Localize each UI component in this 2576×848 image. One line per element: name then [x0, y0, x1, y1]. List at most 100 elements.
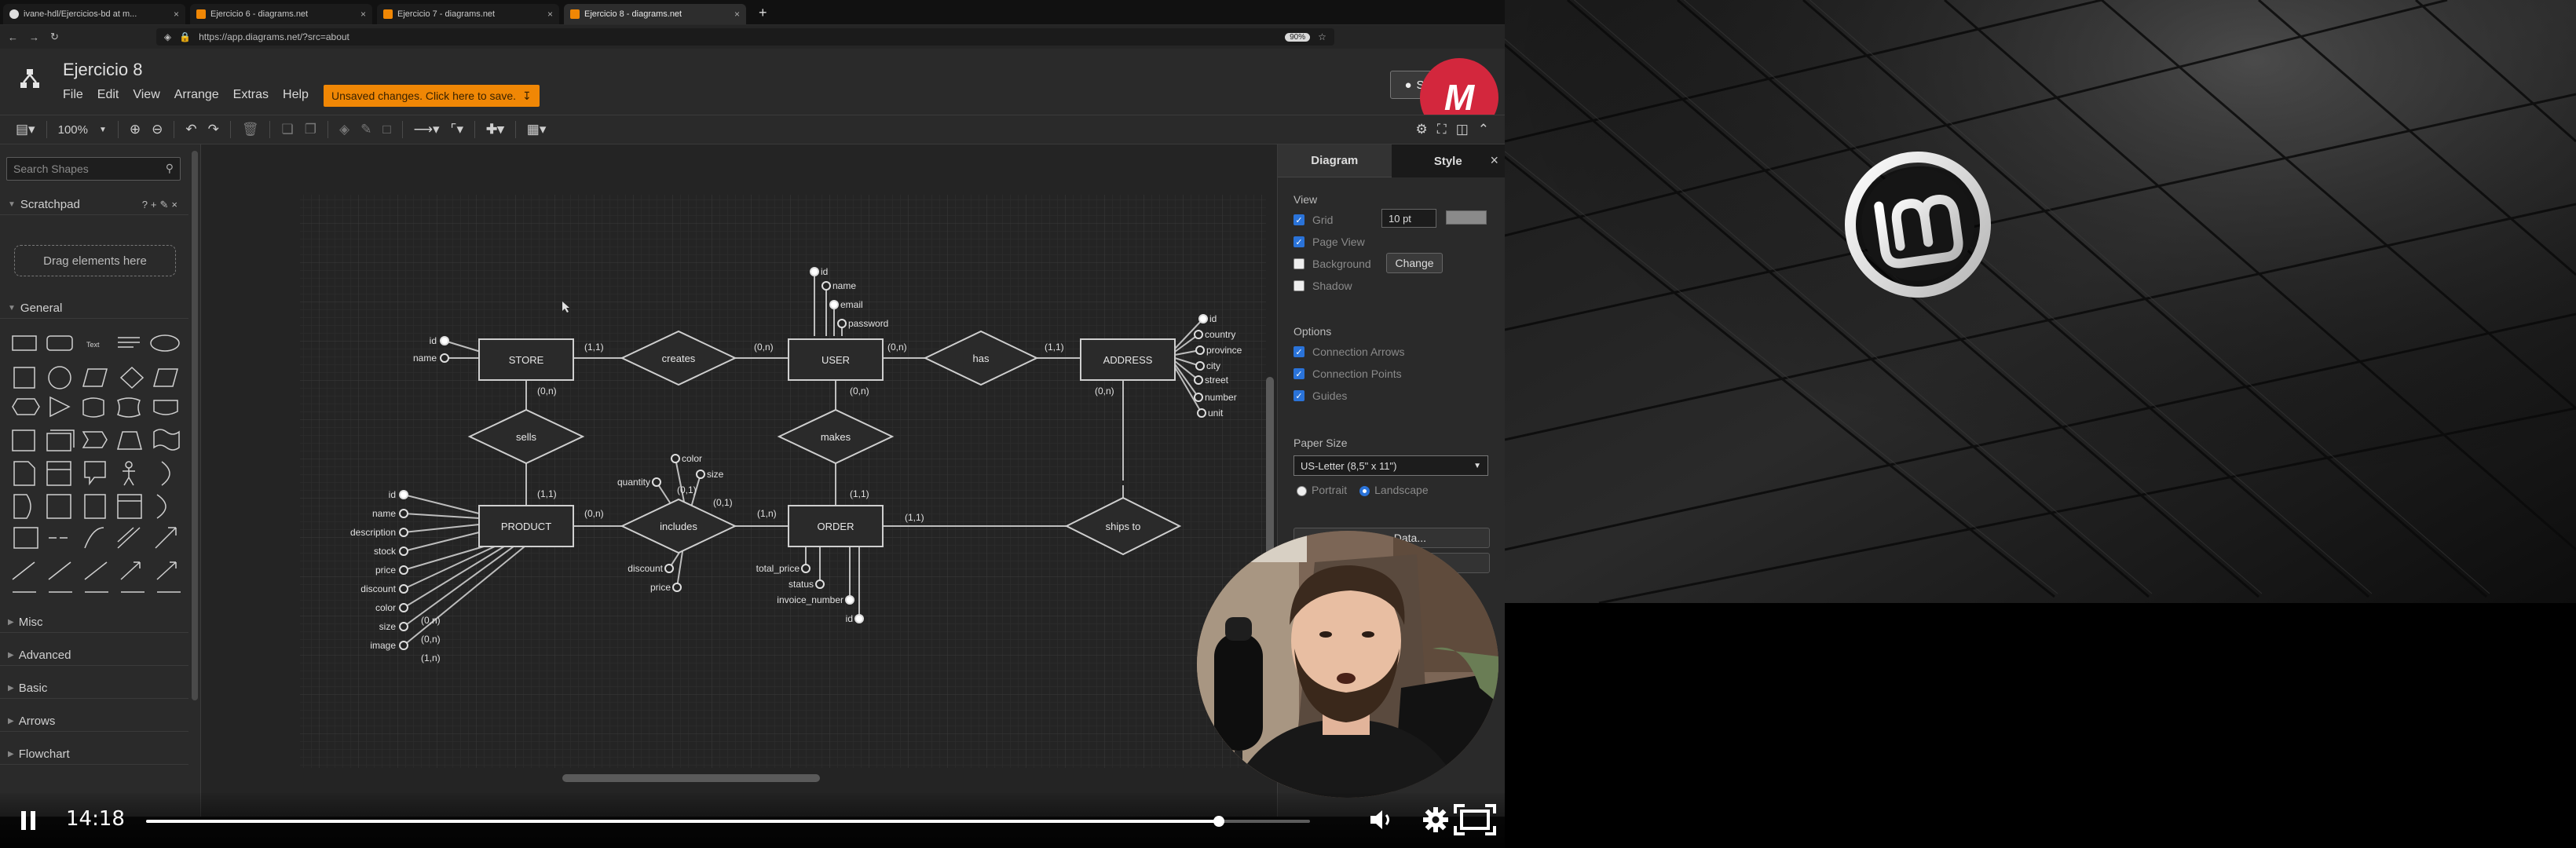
page-view-checkbox[interactable]: ✓ Page View [1293, 236, 1365, 248]
waypoints-icon[interactable]: ⌜▾ [451, 122, 464, 137]
attr-dot[interactable] [399, 622, 408, 631]
connection-points-checkbox[interactable]: ✓ Connection Points [1293, 367, 1402, 380]
change-background-button[interactable]: Change [1386, 253, 1443, 273]
grid-size-input[interactable]: 10 pt [1381, 209, 1436, 228]
scratchpad-header[interactable]: ▼ Scratchpad ?+✎× [0, 195, 188, 215]
section-basic[interactable]: ▶ Basic [0, 678, 188, 699]
attr-dot[interactable] [801, 564, 810, 573]
bookmark-star-icon[interactable]: ☆ [1318, 31, 1326, 42]
attr-dot[interactable] [1195, 345, 1205, 355]
section-advanced[interactable]: ▶ Advanced [0, 645, 188, 666]
zoom-select[interactable]: 100% [58, 123, 88, 137]
fullscreen-button[interactable] [1453, 802, 1497, 837]
to-back-icon[interactable]: ❐ [305, 122, 317, 137]
undo-icon[interactable]: ↶ [185, 122, 196, 137]
zoom-badge[interactable]: 90% [1285, 32, 1311, 42]
shape-palette[interactable]: Text [8, 330, 188, 597]
chevron-down-icon[interactable]: ▼ [99, 126, 107, 134]
zoom-in-icon[interactable]: ⊕ [130, 122, 141, 137]
table-icon[interactable]: ▦▾ [527, 122, 547, 137]
browser-tab[interactable]: Ejercicio 7 - diagrams.net × [377, 4, 559, 24]
browser-tab-active[interactable]: Ejercicio 8 - diagrams.net × [564, 4, 746, 24]
menu-edit[interactable]: Edit [97, 88, 119, 102]
section-misc[interactable]: ▶ Misc [0, 612, 188, 633]
guides-checkbox[interactable]: ✓ Guides [1293, 389, 1347, 402]
close-tab-icon[interactable]: × [734, 9, 740, 20]
close-tab-icon[interactable]: × [174, 9, 179, 20]
seek-handle[interactable] [1213, 816, 1225, 827]
tab-style[interactable]: Style [1391, 144, 1505, 177]
attr-dot[interactable] [1194, 393, 1203, 402]
attr-dot[interactable] [1194, 330, 1203, 339]
connection-icon[interactable]: ⟶▾ [414, 122, 440, 137]
new-tab-button[interactable]: + [751, 5, 775, 24]
grid-checkbox[interactable]: ✓ Grid [1293, 214, 1333, 226]
zoom-out-icon[interactable]: ⊖ [152, 122, 163, 137]
pk-attr-dot[interactable] [854, 614, 864, 623]
attr-dot[interactable] [440, 353, 449, 363]
attr-dot[interactable] [1195, 361, 1205, 371]
scratchpad-dropzone[interactable]: Drag elements here [14, 245, 176, 276]
reload-icon[interactable]: ↻ [50, 31, 59, 43]
to-front-icon[interactable]: ❏ [281, 122, 293, 137]
attr-dot[interactable] [399, 546, 408, 556]
browser-tab[interactable]: ivane-hdl/Ejercicios-bd at m... × [3, 4, 185, 24]
fullscreen-icon[interactable]: ⛶ [1437, 122, 1447, 137]
video-player[interactable]: ivane-hdl/Ejercicios-bd at m... × Ejerci… [0, 0, 1505, 848]
delete-icon[interactable]: 🗑 [242, 122, 259, 137]
section-flowchart[interactable]: ▶ Flowchart [0, 744, 188, 765]
attr-dot[interactable] [837, 319, 847, 328]
attr-dot[interactable] [399, 528, 408, 537]
line-color-icon[interactable]: ✎ [360, 122, 371, 137]
background-checkbox[interactable]: Background [1293, 258, 1371, 270]
er-diagram[interactable]: STORE USER ADDRESS PRODUCT ORDER creates… [201, 144, 1277, 817]
menu-arrange[interactable]: Arrange [174, 88, 219, 102]
redo-icon[interactable]: ↷ [208, 122, 219, 137]
close-icon[interactable]: × [1490, 152, 1498, 169]
attr-dot[interactable] [664, 564, 674, 573]
landscape-radio[interactable]: Landscape [1359, 484, 1429, 496]
insert-icon[interactable]: ✚▾ [486, 122, 504, 137]
attr-dot[interactable] [821, 281, 831, 291]
attr-dot[interactable] [399, 603, 408, 612]
menu-file[interactable]: File [63, 88, 83, 102]
pause-button[interactable] [16, 807, 41, 834]
attr-dot[interactable] [815, 579, 825, 589]
sidebar-scrollbar[interactable] [192, 151, 198, 700]
shadow-checkbox[interactable]: Shadow [1293, 280, 1352, 292]
shadow-icon[interactable]: □ [382, 122, 390, 137]
diagram-canvas[interactable]: STORE USER ADDRESS PRODUCT ORDER creates… [201, 144, 1277, 817]
attr-dot[interactable] [1197, 408, 1206, 418]
pk-attr-dot[interactable] [1198, 314, 1208, 323]
scratchpad-actions-icon[interactable]: ?+✎× [142, 199, 181, 211]
attr-dot[interactable] [696, 470, 705, 479]
general-header[interactable]: ▼ General [0, 298, 188, 319]
collapse-icon[interactable]: ⌃ [1478, 122, 1489, 137]
pk-attr-dot[interactable] [810, 267, 819, 276]
seek-bar[interactable] [146, 816, 1310, 827]
attr-dot[interactable] [652, 477, 661, 487]
pk-attr-dot[interactable] [845, 595, 854, 605]
menu-extras[interactable]: Extras [233, 88, 269, 102]
close-tab-icon[interactable]: × [360, 9, 366, 20]
tab-diagram[interactable]: Diagram [1278, 144, 1392, 177]
fill-color-icon[interactable]: ◈ [339, 122, 349, 137]
pk-attr-dot[interactable] [440, 336, 449, 345]
url-field[interactable]: ◈ 🔒 https://app.diagrams.net/?src=about … [156, 28, 1334, 46]
pk-attr-dot[interactable] [399, 490, 408, 499]
search-shapes-input[interactable]: Search Shapes ⚲ [6, 157, 181, 181]
back-icon[interactable]: ← [8, 31, 18, 43]
volume-button[interactable] [1367, 806, 1398, 834]
settings-button[interactable] [1420, 804, 1451, 835]
attr-dot[interactable] [1194, 375, 1203, 385]
attr-dot[interactable] [399, 641, 408, 650]
forward-icon[interactable]: → [29, 31, 39, 43]
connection-arrows-checkbox[interactable]: ✓ Connection Arrows [1293, 345, 1405, 358]
attr-dot[interactable] [399, 565, 408, 575]
portrait-radio[interactable]: Portrait [1297, 484, 1347, 496]
panel-toggle-icon[interactable]: ◫ [1456, 122, 1469, 137]
gear-icon[interactable]: ⚙ [1416, 122, 1428, 137]
attr-dot[interactable] [672, 583, 682, 592]
close-tab-icon[interactable]: × [547, 9, 553, 20]
menu-view[interactable]: View [133, 88, 159, 102]
